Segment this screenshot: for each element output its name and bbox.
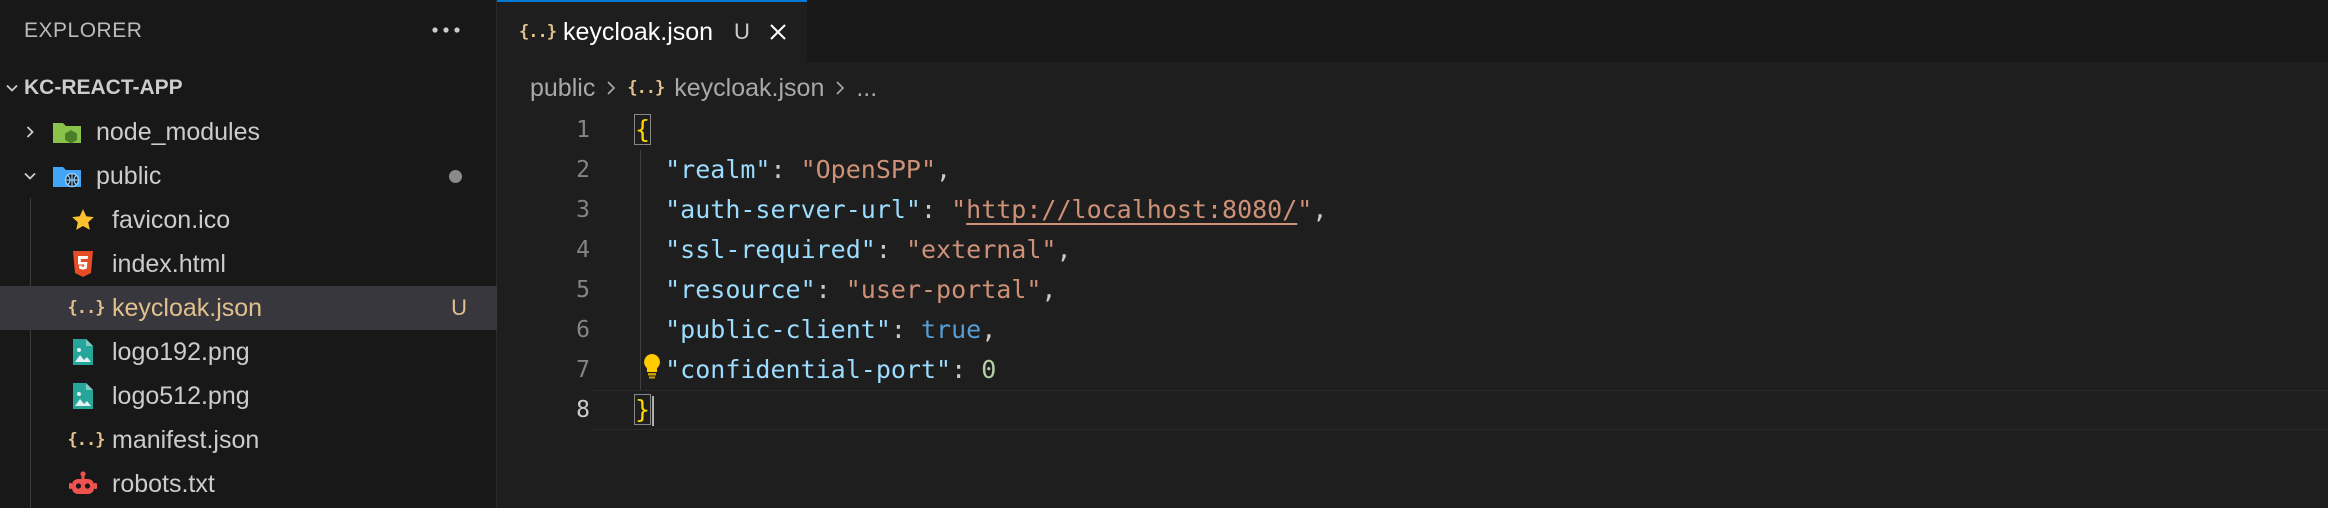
colon: : <box>770 155 801 184</box>
tab-keycloak-json[interactable]: {..} keycloak.json U <box>497 0 807 62</box>
current-line-highlight <box>590 390 2328 430</box>
breadcrumb-file[interactable]: keycloak.json <box>674 74 824 103</box>
tab-untracked-badge: U <box>734 19 750 44</box>
explorer-sidebar: EXPLORER KC-REACT-APP node_modules publi… <box>0 0 497 508</box>
explorer-title: EXPLORER <box>24 19 143 42</box>
tree-item-index-html[interactable]: index.html <box>0 242 497 286</box>
chevron-right-icon <box>18 120 42 144</box>
json-key: "resource" <box>665 275 816 304</box>
code-line-7: "confidential-port": 0 <box>635 350 996 390</box>
chevron-down-icon <box>0 80 24 96</box>
text-cursor <box>652 396 654 426</box>
folder-public-icon <box>52 161 82 191</box>
code-line-8: } <box>633 390 652 430</box>
quote: " <box>1297 195 1313 224</box>
colon: : <box>890 315 921 344</box>
code-line-2: "realm": "OpenSPP", <box>635 150 951 190</box>
lightbulb-icon[interactable] <box>641 352 663 380</box>
close-brace: } <box>633 394 652 425</box>
code-line-6: "public-client": true, <box>635 310 996 350</box>
colon: : <box>951 355 982 384</box>
line-number-active: 8 <box>576 397 590 423</box>
open-brace: { <box>633 114 652 145</box>
json-key: "public-client" <box>665 315 891 344</box>
json-icon: {..} <box>67 430 106 450</box>
line-number: 6 <box>576 317 590 343</box>
project-root-row[interactable]: KC-REACT-APP <box>0 68 497 108</box>
line-number: 5 <box>576 277 590 303</box>
breadcrumb-folder[interactable]: public <box>530 74 595 103</box>
line-number: 3 <box>576 197 590 223</box>
folder-node-icon <box>52 117 82 147</box>
tree-item-robots-txt[interactable]: robots.txt <box>0 462 497 506</box>
tree-item-label: public <box>96 161 162 190</box>
html5-icon <box>68 249 98 279</box>
image-icon <box>68 381 98 411</box>
modified-dot-icon <box>449 169 462 183</box>
json-number: 0 <box>981 355 997 384</box>
tree-item-public[interactable]: public <box>0 154 497 198</box>
json-string: "user-portal" <box>845 275 1042 304</box>
comma: , <box>1041 275 1057 304</box>
tree-item-keycloak-json[interactable]: {..} keycloak.json U <box>0 286 497 330</box>
project-name: KC-REACT-APP <box>24 76 183 99</box>
line-number: 2 <box>576 157 590 183</box>
json-boolean: true <box>921 315 982 344</box>
json-string: "external" <box>905 235 1057 264</box>
tree-item-logo512[interactable]: logo512.png <box>0 374 497 418</box>
image-icon <box>68 337 98 367</box>
tree-item-label: keycloak.json <box>112 293 263 322</box>
breadcrumb: public {..} keycloak.json ... <box>530 68 877 108</box>
quote: " <box>951 195 967 224</box>
star-icon <box>68 205 98 235</box>
code-line-1: { <box>633 110 652 150</box>
json-key: "auth-server-url" <box>665 195 921 224</box>
comma: , <box>1056 235 1072 264</box>
tab-label: keycloak.json <box>563 17 714 46</box>
json-string: "OpenSPP" <box>800 155 937 184</box>
json-icon: {..} <box>519 22 557 42</box>
untracked-badge: U <box>451 295 467 320</box>
tree-item-label: robots.txt <box>112 469 215 498</box>
chevron-right-icon <box>828 76 852 100</box>
tree-item-label: index.html <box>112 249 226 278</box>
robot-icon <box>68 469 98 499</box>
tree-item-node-modules[interactable]: node_modules <box>0 110 497 154</box>
chevron-down-icon <box>18 164 42 188</box>
line-number: 4 <box>576 237 590 263</box>
code-line-3: "auth-server-url": "http://localhost:808… <box>635 190 1327 230</box>
tree-item-label: node_modules <box>96 117 261 146</box>
ellipsis-icon[interactable] <box>426 10 466 50</box>
colon: : <box>920 195 952 224</box>
breadcrumb-ellipsis[interactable]: ... <box>856 74 877 103</box>
vscode-window: EXPLORER KC-REACT-APP node_modules publi… <box>0 0 2328 508</box>
line-number: 7 <box>576 357 590 383</box>
json-key: "realm" <box>665 155 771 184</box>
comma: , <box>981 315 997 344</box>
json-icon: {..} <box>67 298 106 318</box>
code-line-5: "resource": "user-portal", <box>635 270 1056 310</box>
comma: , <box>1312 195 1328 224</box>
comma: , <box>936 155 952 184</box>
colon: : <box>875 235 906 264</box>
code-line-4: "ssl-required": "external", <box>635 230 1072 270</box>
url-link[interactable]: http://localhost:8080/ <box>966 195 1297 224</box>
tree-item-favicon[interactable]: favicon.ico <box>0 198 497 242</box>
tree-item-logo192[interactable]: logo192.png <box>0 330 497 374</box>
colon: : <box>815 275 846 304</box>
tree-item-label: logo192.png <box>112 337 250 366</box>
chevron-right-icon <box>599 76 623 100</box>
editor-tab-bar: {..} keycloak.json U <box>497 0 2328 62</box>
line-number: 1 <box>576 117 590 143</box>
json-icon: {..} <box>627 78 665 98</box>
close-icon[interactable] <box>765 19 791 45</box>
json-key: "confidential-port" <box>665 355 952 384</box>
tree-item-label: logo512.png <box>112 381 250 410</box>
json-key: "ssl-required" <box>665 235 876 264</box>
tree-item-manifest-json[interactable]: {..} manifest.json <box>0 418 497 462</box>
tree-item-label: manifest.json <box>112 425 260 454</box>
tree-item-label: favicon.ico <box>112 205 231 234</box>
